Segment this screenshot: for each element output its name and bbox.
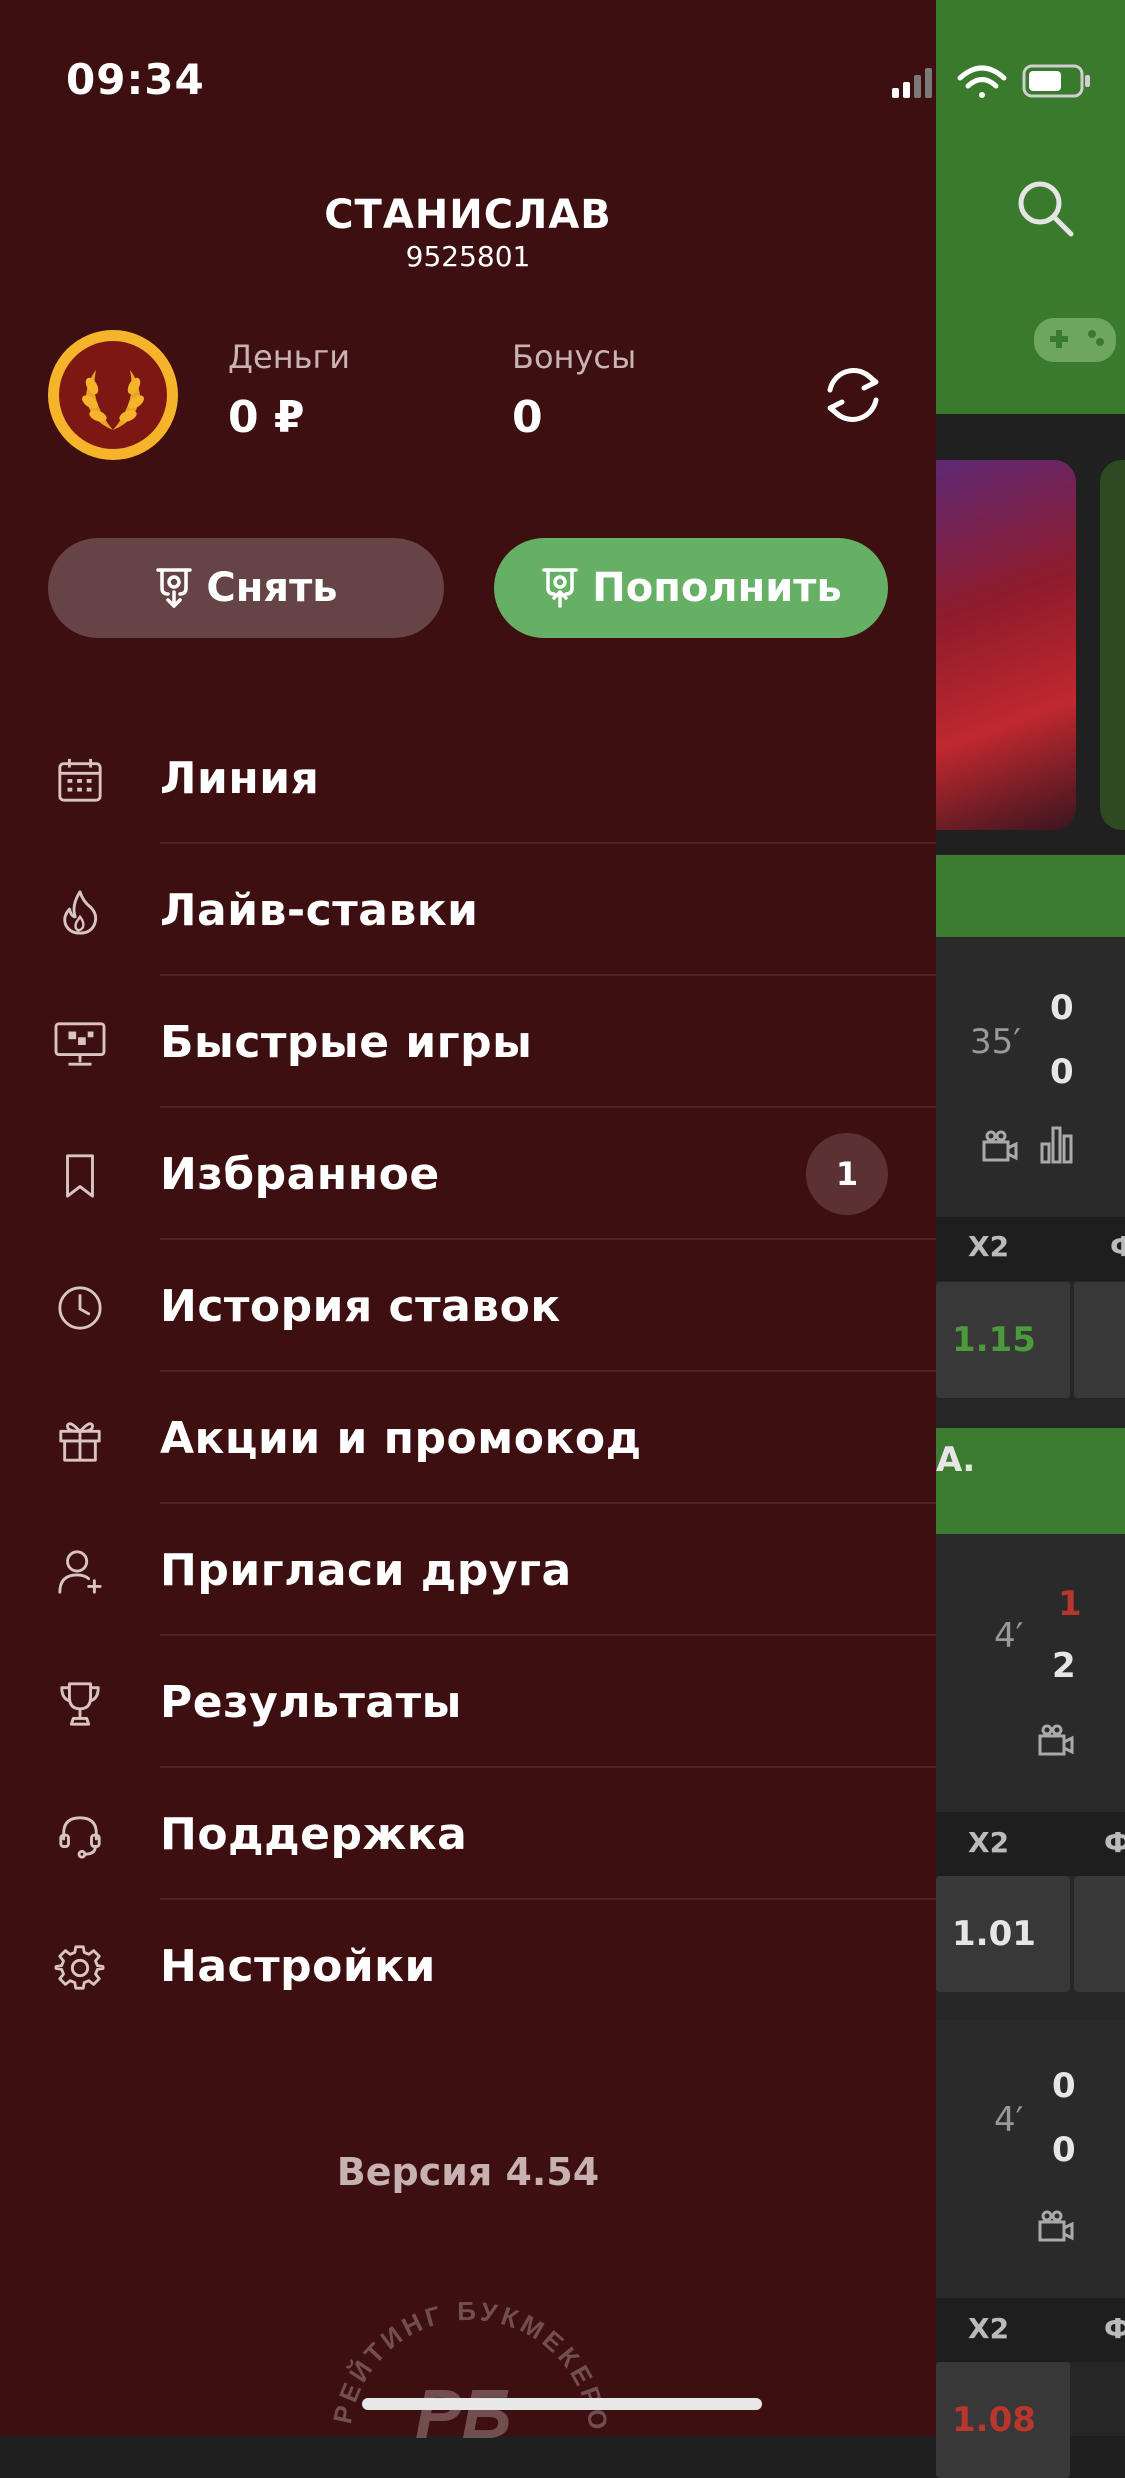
menu-label: Поддержка xyxy=(160,1808,468,1860)
market-label: Х2 xyxy=(968,1826,1010,1859)
menu-item-settings[interactable]: Настройки xyxy=(0,1900,936,2032)
money-value: 0 ₽ xyxy=(228,392,305,443)
menu-label: История ставок xyxy=(160,1280,561,1332)
menu-label: Пригласи друга xyxy=(160,1544,572,1596)
refresh-icon[interactable] xyxy=(818,360,888,430)
menu-item-favorites[interactable]: Избранное 1 xyxy=(0,1108,936,1240)
home-indicator[interactable] xyxy=(362,2398,762,2410)
menu-label: Быстрые игры xyxy=(160,1016,533,1068)
menu-label: Лайв-ставки xyxy=(160,884,479,936)
match-score: 0 xyxy=(1052,2066,1076,2106)
withdraw-icon xyxy=(156,568,193,608)
user-name: СТАНИСЛАВ xyxy=(324,192,612,238)
gift-icon xyxy=(59,1422,101,1462)
money-label: Деньги xyxy=(228,338,351,376)
menu-label: Результаты xyxy=(160,1676,462,1728)
menu-label: Акции и промокод xyxy=(160,1412,642,1464)
headset-icon xyxy=(59,1816,101,1859)
withdraw-button[interactable]: Снять xyxy=(48,538,444,638)
menu-label: Настройки xyxy=(160,1940,436,1992)
laurel-icon xyxy=(82,370,144,430)
menu-label: Избранное xyxy=(160,1148,440,1200)
match-score: 2 xyxy=(1052,1646,1076,1686)
deposit-button[interactable]: Пополнить xyxy=(494,538,888,638)
menu-item-promo[interactable]: Акции и промокод xyxy=(0,1372,936,1504)
promo-banner[interactable] xyxy=(1100,460,1125,830)
status-icons xyxy=(890,60,1100,108)
market-label: Ф xyxy=(1110,1230,1125,1263)
side-drawer: 09:34 СТАНИСЛАВ 9525801 Деньги 0 ₽ Бонус… xyxy=(0,0,936,2440)
menu-label: Линия xyxy=(160,752,320,804)
odd-button[interactable] xyxy=(1074,1876,1125,1992)
match-score: 1 xyxy=(1058,1584,1082,1624)
drawer-menu: Линия Лайв-ставки Быстрые игры Избранное xyxy=(0,712,936,2032)
market-label: Ф xyxy=(1104,1826,1125,1859)
match-score: 0 xyxy=(1052,2130,1076,2170)
signal-icon xyxy=(892,68,932,98)
app-version: Версия 4.54 xyxy=(336,2150,600,2194)
video-icon xyxy=(982,1130,1018,1162)
withdraw-label: Снять xyxy=(206,565,338,611)
menu-item-invite[interactable]: Пригласи друга xyxy=(0,1504,936,1636)
deposit-label: Пополнить xyxy=(592,565,842,611)
match-minute: 4′ xyxy=(994,2100,1024,2140)
clock-icon xyxy=(58,1286,102,1330)
menu-item-fast-games[interactable]: Быстрые игры xyxy=(0,976,936,1108)
odd-button[interactable] xyxy=(1074,1282,1125,1398)
gamepad-icon[interactable] xyxy=(1030,310,1120,370)
user-id: 9525801 xyxy=(405,240,531,273)
trophy-icon xyxy=(60,1682,100,1726)
bonus-label: Бонусы xyxy=(512,338,637,376)
bookmark-icon xyxy=(66,1154,94,1198)
match-minute: 35′ xyxy=(970,1022,1021,1062)
market-label: Х2 xyxy=(968,2312,1010,2345)
menu-item-live[interactable]: Лайв-ставки xyxy=(0,844,936,976)
odd-value: 1.15 xyxy=(952,1320,1036,1360)
menu-item-bet-history[interactable]: История ставок xyxy=(0,1240,936,1372)
battery-icon xyxy=(1022,64,1090,98)
match-score: 0 xyxy=(1050,988,1074,1028)
deposit-icon xyxy=(542,568,578,608)
league-name: А. xyxy=(936,1440,976,1480)
avatar[interactable] xyxy=(48,330,178,460)
search-icon[interactable] xyxy=(1015,178,1075,238)
odd-value: 1.08 xyxy=(952,2400,1036,2440)
odd-value: 1.01 xyxy=(952,1914,1036,1954)
market-label: Ф xyxy=(1104,2312,1125,2345)
match-score: 0 xyxy=(1050,1052,1074,1092)
status-time: 09:34 xyxy=(66,55,205,104)
bonus-value: 0 xyxy=(512,392,543,443)
add-user-icon xyxy=(58,1550,102,1594)
menu-item-line[interactable]: Линия xyxy=(0,712,936,844)
gear-icon xyxy=(54,1945,105,1990)
flame-icon xyxy=(63,890,98,935)
menu-item-results[interactable]: Результаты xyxy=(0,1636,936,1768)
match-minute: 4′ xyxy=(994,1616,1024,1656)
watermark-logo: РЕЙТИНГ БУКМЕКЕРОВ РБ xyxy=(320,2270,610,2440)
market-label: Х2 xyxy=(968,1230,1010,1263)
monitor-icon xyxy=(54,1022,106,1066)
video-icon xyxy=(1038,1724,1074,1756)
menu-item-support[interactable]: Поддержка xyxy=(0,1768,936,1900)
favorites-badge: 1 xyxy=(806,1133,888,1215)
stats-icon xyxy=(1040,1126,1073,1164)
video-icon xyxy=(1038,2210,1074,2242)
calendar-icon xyxy=(58,758,102,802)
wifi-icon xyxy=(957,65,1007,98)
